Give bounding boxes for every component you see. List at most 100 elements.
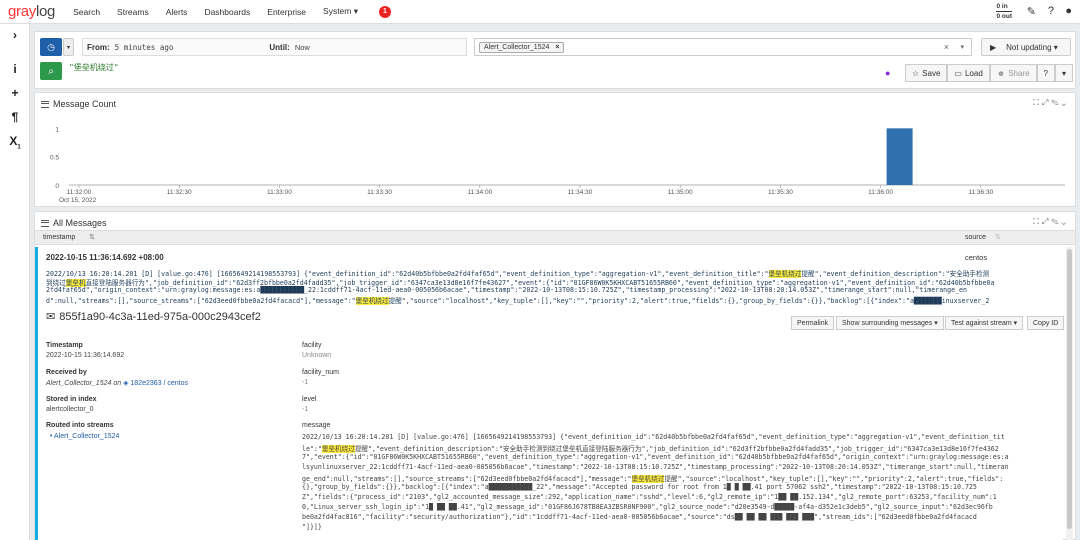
x-tick-label: 11:32:00 [67, 189, 92, 196]
from-value: 5 minutes ago [114, 42, 174, 52]
stream-link[interactable]: • Alert_Collector_1524 [50, 433, 119, 440]
timerange-display[interactable]: From: 5 minutes ago Until: Now [82, 38, 467, 56]
throughput-indicator: 0 in 0 out [996, 3, 1012, 20]
y-tick-label: 0.5 [50, 155, 59, 162]
until-value: Now [294, 42, 310, 52]
nav-dashboards[interactable]: Dashboards [204, 7, 250, 17]
search-bar: ◷ ▾ From: 5 minutes ago Until: Now Alert… [34, 31, 1076, 89]
x-tick-label: 11:33:30 [367, 189, 392, 196]
copy-id-button[interactable]: Copy ID [1027, 316, 1065, 330]
graylog-logo[interactable]: gray log [8, 3, 55, 20]
message-preview-line: d":null,"streams":[],"source_streams":["… [46, 297, 990, 305]
folder-icon: ▭ [954, 68, 962, 78]
scrollbar[interactable] [1066, 247, 1073, 540]
message-body-line: lsyunlinuxserver_22:1cddff71-4acf-11ed-a… [302, 463, 1009, 471]
save-button[interactable]: ☆ Save [905, 64, 948, 82]
subscript-icon[interactable]: X1 [0, 134, 30, 150]
test-stream-button[interactable]: Test against stream ▾ [945, 316, 1024, 330]
sort-icon[interactable]: ⇅ [995, 233, 1001, 241]
search-button[interactable]: ⌕ [40, 62, 62, 80]
search-input[interactable]: "堡垒机绕过" [69, 62, 119, 73]
chevron-down-icon[interactable]: ⌄ [1062, 217, 1069, 226]
clear-icon[interactable]: × [944, 42, 949, 52]
row-source: centos [965, 253, 988, 262]
more-menu-button[interactable]: ▾ [1055, 64, 1074, 82]
paragraph-icon[interactable]: ¶ [0, 110, 30, 124]
x-tick-label: 11:35:00 [668, 189, 693, 196]
col-source[interactable]: source [965, 234, 986, 241]
x-date-label: Oct 15, 2022 [59, 197, 97, 204]
star-icon: ☆ [912, 68, 920, 78]
nav-alerts[interactable]: Alerts [166, 7, 188, 17]
panel-title: All Messages [53, 218, 107, 228]
nav-enterprise[interactable]: Enterprise [267, 7, 306, 17]
panel-tools: ⛶⤢✎⌄ [1033, 217, 1069, 227]
message-body-line: ge_end":null,"streams":[],"source_stream… [302, 475, 1004, 483]
left-sidebar: › i + ¶ X1 [0, 24, 30, 540]
clock-icon[interactable]: ◷ [40, 38, 62, 56]
fullscreen-icon[interactable]: ⤢ [1042, 217, 1051, 226]
panel-tools: ⛶⤢✎⌄ [1033, 98, 1069, 108]
message-count-panel: Message Count ⛶⤢✎⌄ 1 0.5 0 11:32:00 11:32:30… [34, 92, 1076, 207]
table-header: timestamp ⇅ source ⇅ [35, 230, 1075, 245]
fullscreen-icon[interactable]: ⤢ [1042, 98, 1051, 107]
node-link[interactable]: ◈ 182e2363 / centos [123, 380, 188, 387]
x-tick-label: 11:36:30 [968, 189, 993, 196]
nav-system[interactable]: System ▾ [323, 6, 358, 17]
all-messages-panel: All Messages ⛶⤢✎⌄ timestamp ⇅ source ⇅ 2… [34, 211, 1076, 540]
message-body-line: be0a2fd4fac816","facility":"security/aut… [302, 513, 977, 521]
panel-title: Message Count [53, 99, 117, 109]
play-icon: ▶ [990, 42, 997, 52]
expand-icon[interactable]: ⛶ [1033, 217, 1042, 226]
timerange-dropdown-button[interactable]: ▾ [63, 38, 74, 56]
notification-badge[interactable]: 1 [379, 5, 391, 18]
table-row[interactable]: 2022-10-15 11:36:14.692 +08:00 centos 20… [35, 247, 1065, 540]
message-count-chart: 1 0.5 0 11:32:00 11:32:30 11:33:00 11:33:30 11:… [50, 126, 1065, 204]
refresh-button[interactable]: ▶ Not updating ▾ [981, 38, 1071, 56]
message-body-line: "]}]} [302, 523, 322, 531]
col-timestamp[interactable]: timestamp [43, 234, 75, 241]
x-tick-label: 11:32:30 [167, 189, 192, 196]
chevron-down-icon[interactable]: ⌄ [1062, 98, 1069, 107]
nav-search[interactable]: Search [73, 7, 100, 17]
sort-icon[interactable]: ⇅ [89, 233, 95, 241]
message-body-line: 2022/10/13 16:20:14.201 [D] [value.go:47… [302, 433, 1005, 441]
message-body-line: le":"堡垒机绕过提醒","event_definition_descript… [302, 445, 999, 453]
chevron-right-icon[interactable]: › [0, 28, 30, 42]
plus-icon[interactable]: + [0, 86, 30, 100]
drag-handle-icon[interactable] [41, 219, 49, 227]
user-icon[interactable]: ● [1065, 5, 1072, 17]
x-tick-label: 11:34:00 [467, 189, 492, 196]
drag-handle-icon[interactable] [41, 100, 49, 108]
stream-filter[interactable]: Alert_Collector_1524 × × ▾ [474, 38, 972, 56]
message-body-line: 7","event":{"id":"01GF86W0K5KHXCABT51655… [302, 453, 1009, 461]
scrollbar-thumb[interactable] [1067, 249, 1072, 529]
x-tick-label: 11:35:30 [768, 189, 793, 196]
row-timestamp: 2022-10-15 11:36:14.692 +08:00 [46, 253, 164, 262]
help-circle-icon[interactable]: ? [1036, 64, 1055, 82]
nav-streams[interactable]: Streams [117, 7, 149, 17]
bulb-icon[interactable]: ● [885, 68, 890, 78]
y-tick-label: 0 [55, 183, 59, 190]
message-body-line: Z","fields":{"process_id":"2103","gl2_ac… [302, 493, 997, 501]
share-button[interactable]: ☻ Share [989, 64, 1037, 82]
chevron-down-icon[interactable]: ▾ [960, 43, 964, 51]
permalink-button[interactable]: Permalink [791, 316, 835, 330]
message-body-line: 0,"Linux_server_ssh_login_ip":"1█ ██ ██.… [302, 503, 993, 511]
edit-widget-icon[interactable]: ✎ [1051, 217, 1061, 226]
bar [886, 128, 913, 185]
edit-widget-icon[interactable]: ✎ [1051, 98, 1061, 107]
stream-chip[interactable]: Alert_Collector_1524 × [479, 42, 565, 53]
message-actions: Permalink Show surrounding messages ▾ Te… [791, 316, 1065, 330]
remove-chip-icon[interactable]: × [555, 44, 559, 51]
envelope-icon: ✉ [46, 311, 56, 323]
message-id: 855f1a90-4c3a-11ed-975a-000c2943cef2 [59, 310, 261, 323]
x-tick-label: 11:36:00 [868, 189, 893, 196]
expand-icon[interactable]: ⛶ [1033, 98, 1042, 107]
info-icon[interactable]: i [0, 62, 30, 76]
show-surrounding-button[interactable]: Show surrounding messages ▾ [836, 316, 944, 330]
help-icon[interactable]: ? [1048, 5, 1054, 17]
top-navbar: gray log Search Streams Alerts Dashboards… [0, 0, 1080, 24]
load-button[interactable]: ▭ Load [947, 64, 990, 82]
edit-icon[interactable]: ✎ [1027, 5, 1036, 18]
